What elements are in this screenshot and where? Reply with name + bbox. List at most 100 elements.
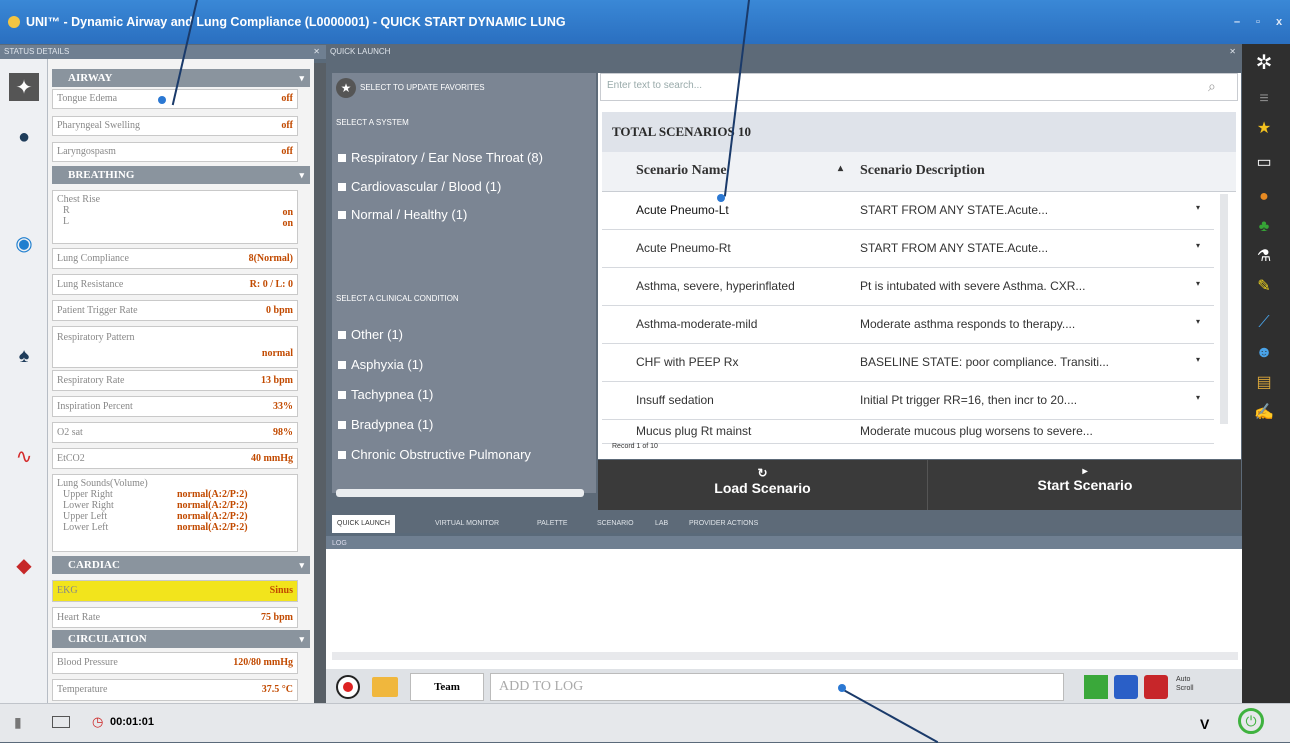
checkbox-icon: [338, 391, 346, 399]
scenario-row[interactable]: Asthma, severe, hyperinflated Pt is intub…: [602, 268, 1214, 306]
filter-hscrollbar[interactable]: [336, 489, 584, 497]
palette-icon[interactable]: ●: [1250, 186, 1278, 208]
lungs-icon[interactable]: ♠: [9, 342, 39, 370]
row-value: off: [281, 146, 293, 157]
condition-item[interactable]: Asphyxia (1): [338, 357, 423, 372]
record-button[interactable]: [336, 675, 360, 699]
search-input[interactable]: Enter text to search...: [600, 73, 1238, 101]
cardiac-section[interactable]: CARDIAC ▾: [52, 556, 310, 574]
select-system-label: SELECT A SYSTEM: [336, 118, 409, 127]
col-scenario-name[interactable]: Scenario Name: [636, 163, 727, 179]
scenario-row[interactable]: Asthma-moderate-mild Moderate asthma resp…: [602, 306, 1214, 344]
circulation-section[interactable]: CIRCULATION ▾: [52, 630, 310, 648]
sound-value: normal(A:2/P:2): [177, 522, 248, 533]
favorites-button[interactable]: ★ SELECT TO UPDATE FAVORITES: [336, 75, 592, 101]
scenario-row[interactable]: Mucus plug Rt mainst Moderate mucous plug…: [602, 420, 1214, 444]
network-icon[interactable]: ♣: [1250, 216, 1278, 238]
row-label: Lung Resistance: [57, 279, 124, 290]
start-scenario-button[interactable]: ▸ Start Scenario: [929, 460, 1241, 510]
tab-strip: QUICK LAUNCH VIRTUAL MONITOR PALETTE SCE…: [332, 511, 1242, 533]
add-to-log-input[interactable]: ADD TO LOG: [490, 673, 1064, 701]
load-scenario-label: Load Scenario: [714, 480, 811, 496]
close-icon[interactable]: ✕: [313, 45, 320, 59]
alert-button[interactable]: [1144, 675, 1168, 699]
sound-label: Lower Right: [63, 500, 114, 511]
tab-scenario[interactable]: SCENARIO: [592, 515, 639, 533]
log-hscrollbar[interactable]: [332, 652, 1238, 660]
collapse-icon[interactable]: ▾: [299, 69, 304, 87]
collapse-icon[interactable]: ▾: [299, 556, 304, 574]
ekg-marker-button[interactable]: [1084, 675, 1108, 699]
expand-icon[interactable]: ▾: [1196, 393, 1200, 402]
tab-provider-actions[interactable]: PROVIDER ACTIONS: [684, 515, 763, 533]
wand-icon[interactable]: ✦: [9, 73, 39, 101]
tab-palette[interactable]: PALETTE: [532, 515, 573, 533]
syringe-icon[interactable]: ⟋: [1250, 312, 1278, 334]
heart-icon[interactable]: ◆: [9, 551, 39, 579]
scenario-row[interactable]: Insuff sedation Initial Pt trigger RR=16,…: [602, 382, 1214, 420]
breathing-icon[interactable]: ◉: [9, 229, 39, 257]
list-icon[interactable]: ≡: [1250, 88, 1278, 110]
system-label: Normal / Healthy (1): [351, 207, 468, 222]
sort-asc-icon[interactable]: ▴: [838, 163, 843, 174]
condition-item[interactable]: Tachypnea (1): [338, 387, 433, 402]
power-icon[interactable]: ⏻: [1238, 708, 1264, 734]
breathing-section[interactable]: BREATHING ▾: [52, 166, 310, 184]
monitor-icon[interactable]: ▭: [1250, 152, 1278, 174]
close-icon[interactable]: ✕: [1229, 45, 1236, 59]
condition-item[interactable]: Bradypnea (1): [338, 417, 433, 432]
airway-head-icon[interactable]: ●: [9, 123, 39, 151]
tab-quick-launch[interactable]: QUICK LAUNCH: [332, 515, 395, 533]
session-timer[interactable]: 00:01:01: [110, 716, 154, 728]
row-value: 40 mmHg: [251, 453, 293, 464]
search-icon[interactable]: ⌕: [1208, 78, 1216, 95]
info-button[interactable]: [1114, 675, 1138, 699]
row-label: EtCO2: [57, 453, 85, 464]
expand-icon[interactable]: ▾: [1196, 355, 1200, 364]
collapse-icon[interactable]: ▾: [299, 630, 304, 648]
row-label: Respiratory Rate: [57, 375, 125, 386]
col-scenario-description[interactable]: Scenario Description: [860, 163, 985, 179]
condition-item[interactable]: Chronic Obstructive Pulmonary: [338, 447, 531, 462]
start-scenario-label: Start Scenario: [1037, 477, 1133, 493]
expand-icon[interactable]: ▾: [1196, 317, 1200, 326]
ekg-icon[interactable]: ∿: [9, 442, 39, 470]
expand-icon[interactable]: ▾: [1196, 279, 1200, 288]
team-button[interactable]: Team: [410, 673, 484, 701]
minimize-button[interactable]: –: [1234, 16, 1240, 28]
edit-doc-icon[interactable]: ✍: [1250, 402, 1278, 424]
folder-icon[interactable]: [372, 677, 398, 697]
scenario-name: Insuff sedation: [636, 393, 714, 407]
log-input-bar: Team ADD TO LOG Auto Scroll: [326, 669, 1242, 705]
scenario-row[interactable]: Acute Pneumo-Lt START FROM ANY STATE.Acut…: [602, 192, 1214, 230]
grid-vscrollbar[interactable]: [1220, 194, 1228, 424]
users-icon[interactable]: ☻: [1250, 342, 1278, 364]
tab-virtual-monitor[interactable]: VIRTUAL MONITOR: [430, 515, 504, 533]
system-item[interactable]: Normal / Healthy (1): [338, 207, 467, 222]
flask-icon[interactable]: ⚗: [1250, 246, 1278, 268]
star-icon[interactable]: ★: [1250, 118, 1278, 140]
scenario-row[interactable]: Acute Pneumo-Rt START FROM ANY STATE.Acut…: [602, 230, 1214, 268]
pen-icon[interactable]: ✎: [1250, 276, 1278, 298]
sound-value: normal(A:2/P:2): [177, 511, 248, 522]
gear-icon[interactable]: ✲: [1250, 52, 1278, 74]
scenario-row[interactable]: CHF with PEEP Rx BASELINE STATE: poor com…: [602, 344, 1214, 382]
expand-icon[interactable]: ▾: [1196, 203, 1200, 212]
close-button[interactable]: x: [1276, 16, 1282, 28]
system-item[interactable]: Cardiovascular / Blood (1): [338, 179, 501, 194]
scenario-name: Asthma, severe, hyperinflated: [636, 279, 795, 293]
l-label: L: [63, 216, 70, 227]
system-item[interactable]: Respiratory / Ear Nose Throat (8): [338, 150, 543, 165]
expand-icon[interactable]: ▾: [1196, 241, 1200, 250]
auto-scroll-checkbox[interactable]: Auto Scroll: [1176, 675, 1202, 701]
collapse-icon[interactable]: ▾: [299, 166, 304, 184]
tab-lab[interactable]: LAB: [650, 515, 673, 533]
row-value: 8(Normal): [248, 253, 293, 264]
file-cabinet-icon[interactable]: ▤: [1250, 372, 1278, 394]
maximize-button[interactable]: ▫: [1256, 16, 1260, 28]
load-scenario-button[interactable]: ↻ Load Scenario: [598, 460, 928, 510]
heart-rate-row: Heart Rate 75 bpm: [52, 607, 298, 628]
condition-item[interactable]: Other (1): [338, 327, 403, 342]
status-scrollbar[interactable]: [314, 63, 326, 703]
checkbox-icon: [338, 211, 346, 219]
